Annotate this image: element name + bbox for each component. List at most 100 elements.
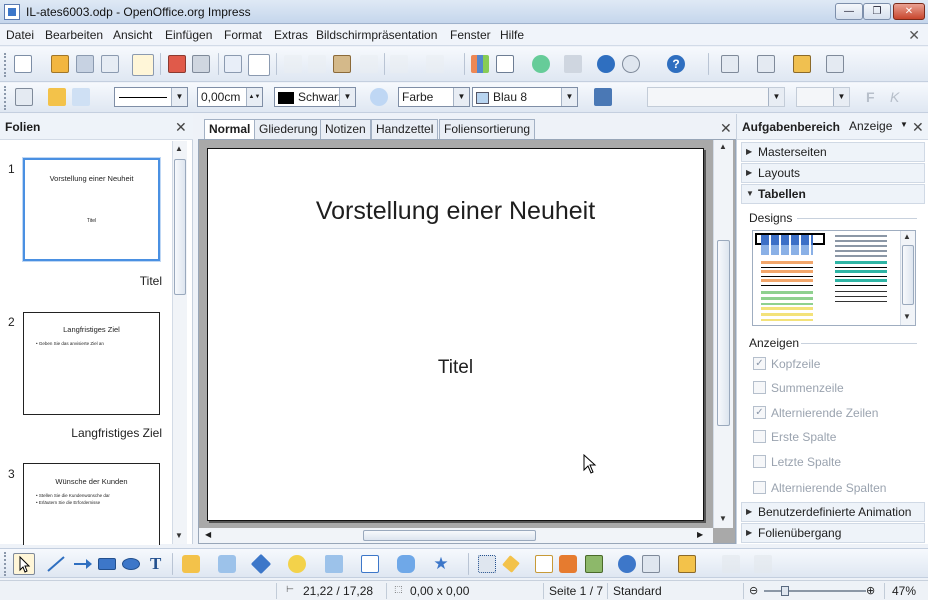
close-document-icon[interactable]: ✕ (908, 27, 920, 44)
rotate-icon[interactable] (618, 555, 636, 573)
minimize-button[interactable]: — (835, 3, 863, 20)
table-designs-list[interactable]: ▲ ▼ (752, 230, 916, 326)
line-style-select[interactable]: ▼ (114, 87, 188, 107)
shadow-toggle-icon[interactable] (754, 555, 772, 573)
new-document-icon[interactable] (14, 55, 32, 73)
print-icon[interactable] (192, 55, 210, 73)
zoom-slider[interactable] (764, 590, 866, 592)
section-folienuebergang[interactable]: ▶ Folienübergang (741, 523, 925, 543)
connector-tool-icon[interactable] (218, 555, 236, 573)
line-color-select[interactable]: Schwarz ▼ (274, 87, 356, 107)
area-fill-icon[interactable] (370, 88, 388, 106)
view-menu-arrow-icon[interactable]: ▼ (900, 120, 908, 129)
shadow-icon[interactable] (594, 88, 612, 106)
rectangle-tool-icon[interactable] (98, 558, 116, 570)
designs-scrollbar[interactable]: ▲ ▼ (900, 231, 915, 325)
scroll-left-icon[interactable]: ◀ (205, 530, 211, 539)
checkbox-letzte-spalte[interactable] (753, 455, 766, 468)
task-pane-view-menu[interactable]: Anzeige (849, 119, 892, 133)
slide-thumbnail-1[interactable]: Vorstellung einer Neuheit Titel (23, 158, 160, 261)
chart-icon[interactable] (471, 55, 489, 73)
italic-icon[interactable]: K (890, 89, 899, 105)
tab-handzettel[interactable]: Handzettel (371, 119, 439, 139)
scroll-up-icon[interactable]: ▲ (175, 144, 183, 153)
checkbox-kopfzeile[interactable]: ✓ (753, 357, 766, 370)
paste-icon[interactable] (333, 55, 351, 73)
undo-icon[interactable] (390, 55, 408, 73)
scroll-down-icon[interactable]: ▼ (719, 514, 727, 523)
zoom-slider-handle[interactable] (781, 586, 789, 596)
checkbox-alternierende-spalten[interactable] (753, 481, 766, 494)
symbol-shapes-icon[interactable] (288, 555, 306, 573)
styles-icon[interactable] (15, 88, 33, 106)
section-tabellen[interactable]: ▼ Tabellen (741, 184, 925, 204)
line-width-field[interactable]: 0,00cm ▲▼ (197, 87, 263, 107)
section-masterseiten[interactable]: ▶ Masterseiten (741, 142, 925, 162)
menu-format[interactable]: Format (224, 28, 262, 42)
canvas-vscrollbar[interactable]: ▲ ▼ (713, 140, 733, 528)
help-icon[interactable]: ? (667, 55, 685, 73)
slide-subtitle[interactable]: Titel (208, 357, 703, 379)
scrollbar-thumb[interactable] (902, 245, 914, 305)
grid-icon[interactable] (564, 55, 582, 73)
close-slides-pane-icon[interactable]: ✕ (175, 119, 187, 136)
line-tool-icon[interactable] (46, 555, 66, 573)
menu-einfuegen[interactable]: Einfügen (165, 28, 212, 42)
maximize-button[interactable]: ❐ (863, 3, 891, 20)
line-icon[interactable] (48, 88, 66, 106)
tab-gliederung[interactable]: Gliederung (254, 119, 323, 139)
area-style-select[interactable]: Farbe ▼ (398, 87, 470, 107)
table-design-teal[interactable] (835, 261, 887, 287)
canvas-hscrollbar[interactable]: ◀ ▶ (199, 528, 713, 543)
toolbar-grip[interactable] (4, 552, 8, 576)
table-design-black[interactable] (835, 291, 887, 305)
slide-thumbnail-3[interactable]: Wünsche der Kunden • Stellen Sie die Kun… (23, 463, 160, 545)
font-name-select[interactable]: ▼ (647, 87, 785, 107)
table-design-gray[interactable] (835, 235, 887, 257)
tab-foliensortierung[interactable]: Foliensortierung (439, 119, 536, 139)
menu-extras[interactable]: Extras (274, 28, 308, 42)
scroll-up-icon[interactable]: ▲ (903, 232, 911, 241)
navigator-compass-icon[interactable] (597, 55, 615, 73)
curve-tool-icon[interactable] (182, 555, 200, 573)
slide-thumbnail-2[interactable]: Langfristiges Ziel • Geben Sie das anvis… (23, 312, 160, 415)
checkbox-erste-spalte[interactable] (753, 430, 766, 443)
scroll-right-icon[interactable]: ▶ (697, 530, 703, 539)
table-design-yellow[interactable] (761, 307, 813, 321)
arrow-tool-icon[interactable] (72, 555, 94, 573)
zoom-icon[interactable] (622, 55, 640, 73)
menu-fenster[interactable]: Fenster (450, 28, 491, 42)
edit-file-icon[interactable] (132, 54, 154, 76)
ellipse-tool-icon[interactable] (122, 558, 140, 570)
table-icon[interactable] (496, 55, 514, 73)
area-color-select[interactable]: Blau 8 ▼ (472, 87, 578, 107)
toolbar-grip[interactable] (4, 53, 8, 77)
points-icon[interactable] (478, 555, 496, 573)
toolbar-grip[interactable] (4, 86, 8, 110)
email-icon[interactable] (101, 55, 119, 73)
font-size-select[interactable]: ▼ (796, 87, 850, 107)
zoom-in-icon[interactable]: ⊕ (866, 584, 875, 597)
slide-design-icon[interactable] (793, 55, 811, 73)
arrow-style-icon[interactable] (72, 88, 90, 106)
copy-icon[interactable] (308, 55, 326, 73)
from-file-icon[interactable] (559, 555, 577, 573)
menu-datei[interactable]: Datei (6, 28, 34, 42)
scrollbar-thumb[interactable] (363, 530, 536, 541)
stars-icon[interactable]: ★ (432, 555, 450, 573)
zoom-level[interactable]: 47% (892, 584, 916, 598)
section-benutzerdefinierte-animation[interactable]: ▶ Benutzerdefinierte Animation (741, 502, 925, 522)
scroll-down-icon[interactable]: ▼ (175, 531, 183, 540)
select-pointer-icon[interactable] (13, 553, 35, 575)
alignment-icon[interactable] (642, 555, 660, 573)
basic-shapes-icon[interactable] (250, 553, 272, 575)
slide-show-icon[interactable] (826, 55, 844, 73)
menu-hilfe[interactable]: Hilfe (500, 28, 524, 42)
close-task-pane-icon[interactable]: ✕ (912, 119, 924, 136)
redo-icon[interactable] (426, 55, 444, 73)
checkbox-alternierende-zeilen[interactable]: ✓ (753, 406, 766, 419)
tab-notizen[interactable]: Notizen (320, 119, 371, 139)
master-page-name[interactable]: Standard (613, 584, 662, 598)
extrusion-icon[interactable] (722, 555, 740, 573)
flowchart-icon[interactable] (361, 555, 379, 573)
